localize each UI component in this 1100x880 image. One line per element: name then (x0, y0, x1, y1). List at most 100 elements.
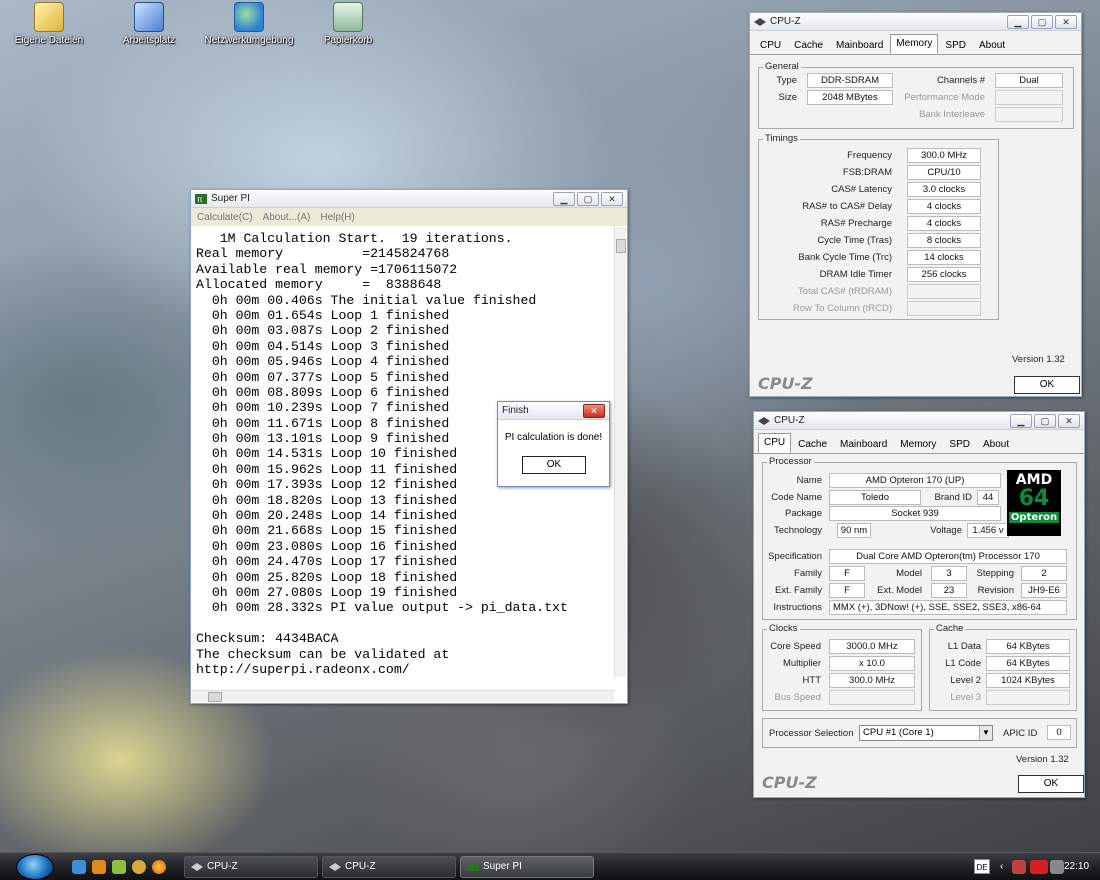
tray-ati-icon[interactable] (1030, 860, 1048, 874)
taskbar-item-cpuz-1[interactable]: CPU-Z (184, 856, 318, 878)
quicklaunch-media-icon[interactable] (92, 860, 106, 874)
menu-help[interactable]: Help(H) (320, 212, 354, 223)
tab-spd[interactable]: SPD (939, 36, 972, 54)
timing-label: FSB:DRAM (842, 167, 892, 178)
tab-spd[interactable]: SPD (943, 435, 976, 453)
menu-calculate[interactable]: Calculate(C) (197, 212, 253, 223)
minimize-button[interactable]: ▁ (553, 191, 575, 206)
menu-about[interactable]: About...(A) (263, 212, 311, 223)
output-line: 0h 00m 28.332s PI value output -> pi_dat… (196, 600, 568, 616)
specification-value: Dual Core AMD Opteron(tm) Processor 170 (829, 549, 1067, 564)
computer-icon (134, 2, 164, 32)
cpuz-app-icon (329, 863, 341, 871)
brandid-label: Brand ID (934, 492, 973, 503)
tab-cpu[interactable]: CPU (758, 433, 792, 453)
l1-data-label: L1 Data (947, 641, 981, 652)
timing-value (907, 284, 981, 299)
taskbar-item-cpuz-2[interactable]: CPU-Z (322, 856, 456, 878)
finish-dialog[interactable]: Finish ✕ PI calculation is done! OK (497, 401, 610, 487)
scroll-thumb[interactable] (208, 692, 222, 702)
quicklaunch-ie-icon[interactable] (72, 860, 86, 874)
desktop-icon-arbeitsplatz[interactable]: Arbeitsplatz (104, 2, 194, 46)
tab-about[interactable]: About (973, 36, 1011, 54)
timing-label: Total CAS# (tRDRAM) (798, 286, 892, 297)
stepping-value: 2 (1021, 566, 1067, 581)
bank-interleave-value (995, 107, 1063, 122)
cpuz-app-icon (754, 17, 766, 26)
window-title: CPU-Z (774, 415, 805, 426)
output-line: 0h 00m 23.080s Loop 16 finished (196, 538, 458, 554)
taskbar-item-superpi[interactable]: Super PI (460, 856, 594, 878)
language-indicator[interactable]: DE (974, 859, 990, 874)
minimize-button[interactable]: ▁ (1007, 14, 1029, 29)
menubar: Calculate(C) About...(A) Help(H) (191, 208, 627, 226)
close-button[interactable]: ✕ (583, 403, 605, 418)
bus-speed-value (829, 690, 915, 705)
taskbar-item-label: CPU-Z (345, 861, 376, 872)
ok-button[interactable]: OK (522, 456, 586, 474)
taskbar: CPU-Z CPU-Z Super PI DE ‹ 22:10 (0, 852, 1100, 880)
tab-cache[interactable]: Cache (792, 435, 833, 453)
close-button[interactable]: ✕ (1055, 14, 1077, 29)
desktop-icon-eigene-dateien[interactable]: Eigene Dateien (4, 2, 94, 46)
ok-button[interactable]: OK (1014, 376, 1080, 394)
desktop-icon-papierkorb[interactable]: Papierkorb (303, 2, 393, 46)
close-button[interactable]: ✕ (601, 191, 623, 206)
chevron-down-icon[interactable]: ▼ (979, 726, 992, 740)
tray-volume-icon[interactable] (1050, 860, 1064, 874)
maximize-button[interactable]: ▢ (1034, 413, 1056, 428)
timing-value (907, 301, 981, 316)
timing-value: CPU/10 (907, 165, 981, 180)
start-orb-button[interactable] (16, 854, 54, 880)
tab-memory[interactable]: Memory (890, 34, 939, 54)
desktop-icon-netzwerkumgebung[interactable]: Netzwerkumgebung (204, 2, 294, 46)
tab-mainboard[interactable]: Mainboard (830, 36, 889, 54)
model-label: Model (896, 568, 922, 579)
ok-button[interactable]: OK (1018, 775, 1084, 793)
cpuz-titlebar[interactable]: CPU-Z ▁ ▢ ✕ (754, 412, 1084, 430)
cpuz-cpu-window[interactable]: CPU-Z ▁ ▢ ✕ CPU Cache Mainboard Memory S… (753, 411, 1085, 798)
amd-opteron-logo: AMD 64 Opteron (1007, 470, 1061, 536)
timing-label: Frequency (847, 150, 892, 161)
cpuz-app-icon (758, 416, 770, 425)
output-line: 0h 00m 07.377s Loop 5 finished (196, 369, 450, 385)
output-line: 0h 00m 25.820s Loop 18 finished (196, 569, 458, 585)
maximize-button[interactable]: ▢ (1031, 14, 1053, 29)
version-label: Version 1.32 (1016, 754, 1069, 765)
core-speed-label: Core Speed (770, 641, 821, 652)
timing-value: 4 clocks (907, 199, 981, 214)
quicklaunch-app-icon[interactable] (112, 860, 126, 874)
revision-label: Revision (977, 585, 1014, 596)
quicklaunch-firefox-icon[interactable] (152, 860, 166, 874)
quicklaunch-orb-icon[interactable] (132, 860, 146, 874)
superpi-titlebar[interactable]: π Super PI ▁ ▢ ✕ (191, 190, 627, 208)
processor-group: Processor Name AMD Opteron 170 (UP) Code… (762, 456, 1077, 620)
tab-memory[interactable]: Memory (894, 435, 942, 453)
htt-value: 300.0 MHz (829, 673, 915, 688)
tray-expand-icon[interactable]: ‹ (1000, 853, 1003, 880)
dialog-titlebar[interactable]: Finish ✕ (498, 402, 609, 420)
tab-mainboard[interactable]: Mainboard (834, 435, 893, 453)
l1-code-label: L1 Code (945, 658, 981, 669)
maximize-button[interactable]: ▢ (577, 191, 599, 206)
level3-label: Level 3 (950, 692, 981, 703)
close-button[interactable]: ✕ (1058, 413, 1080, 428)
cpuz-titlebar[interactable]: CPU-Z ▁ ▢ ✕ (750, 13, 1081, 31)
tab-cpu[interactable]: CPU (754, 36, 787, 54)
vertical-scrollbar[interactable] (614, 227, 626, 677)
instructions-label: Instructions (773, 602, 822, 613)
tab-about[interactable]: About (977, 435, 1015, 453)
general-group: General Type DDR-SDRAM Size 2048 MBytes … (758, 61, 1074, 129)
level3-value (986, 690, 1070, 705)
tab-cache[interactable]: Cache (788, 36, 829, 54)
scroll-thumb[interactable] (616, 239, 626, 253)
cpuz-memory-window[interactable]: CPU-Z ▁ ▢ ✕ CPU Cache Mainboard Memory S… (749, 12, 1082, 397)
minimize-button[interactable]: ▁ (1010, 413, 1032, 428)
desktop-icon-label: Eigene Dateien (14, 35, 84, 46)
performance-mode-value (995, 90, 1063, 105)
horizontal-scrollbar[interactable] (192, 690, 614, 702)
cpuz-logo: CPU-Z (762, 773, 817, 792)
multiplier-value: x 10.0 (829, 656, 915, 671)
processor-selection-dropdown[interactable]: CPU #1 (Core 1) ▼ (859, 725, 993, 741)
tray-network-icon[interactable] (1012, 860, 1026, 874)
